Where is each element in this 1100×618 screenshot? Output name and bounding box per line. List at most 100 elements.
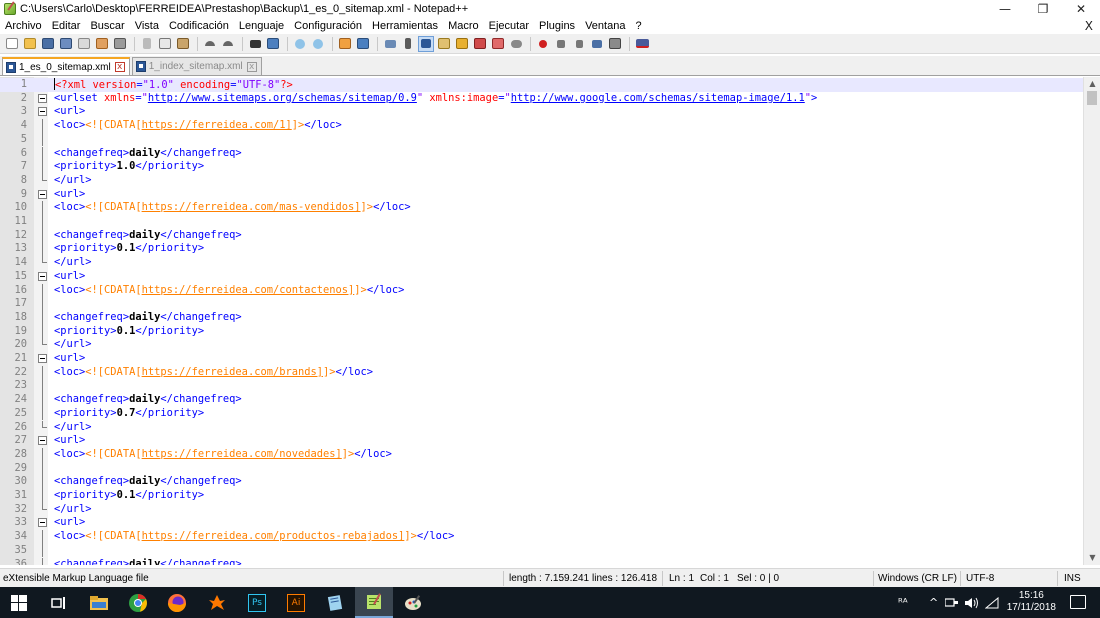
editor-line[interactable]: 28 <loc><![CDATA[https://ferreidea.com/no…	[0, 447, 1083, 462]
sync-vertical-icon[interactable]	[337, 36, 353, 52]
notepad-icon[interactable]	[316, 587, 354, 618]
editor-line[interactable]: 35	[0, 543, 1083, 558]
record-macro-icon[interactable]	[535, 36, 551, 52]
menu-buscar[interactable]: Buscar	[85, 20, 129, 32]
copy-icon[interactable]	[157, 36, 173, 52]
undo-icon[interactable]	[202, 36, 218, 52]
open-file-icon[interactable]	[22, 36, 38, 52]
print-icon[interactable]	[112, 36, 128, 52]
editor-line[interactable]: 25 <priority>0.7</priority>	[0, 406, 1083, 421]
close-document-button[interactable]: X	[1085, 19, 1093, 33]
tray-network-icon[interactable]	[945, 587, 959, 618]
editor-line[interactable]: 33 <url>	[0, 516, 1083, 530]
editor-area[interactable]: 1 <?xml version="1.0" encoding="UTF-8"?> 2…	[0, 77, 1100, 565]
close-window-button[interactable]: ✕	[1062, 0, 1100, 18]
stop-macro-icon[interactable]	[553, 36, 569, 52]
editor-line[interactable]: 11	[0, 215, 1083, 229]
editor-line[interactable]: 27 <url>	[0, 434, 1083, 448]
editor-line[interactable]: 31 <priority>0.1</priority>	[0, 489, 1083, 503]
tab-1-index-sitemap[interactable]: 1_index_sitemap.xml x	[131, 57, 262, 75]
taskbar-clock[interactable]: 15:16 17/11/2018	[1007, 590, 1056, 614]
notepadpp-icon[interactable]	[355, 587, 393, 618]
editor-line[interactable]: 1 <?xml version="1.0" encoding="UTF-8"?>	[0, 78, 1083, 92]
function-list-icon[interactable]	[472, 36, 488, 52]
editor-line[interactable]: 24 <changefreq>daily</changefreq>	[0, 393, 1083, 407]
editor-line[interactable]: 20 </url>	[0, 338, 1083, 352]
close-all-icon[interactable]	[94, 36, 110, 52]
paste-icon[interactable]	[175, 36, 191, 52]
editor-line[interactable]: 23	[0, 379, 1083, 394]
fold-toggle-icon[interactable]	[38, 271, 47, 281]
word-wrap-icon[interactable]	[382, 36, 398, 52]
editor-line[interactable]: 22 <loc><![CDATA[https://ferreidea.com/br…	[0, 365, 1083, 380]
status-insert-mode[interactable]: INS	[1064, 573, 1081, 584]
menu-ejecutar[interactable]: Ejecutar	[484, 20, 534, 32]
editor-line[interactable]: 12 <changefreq>daily</changefreq>	[0, 228, 1083, 243]
editor-line[interactable]: 3 <url>	[0, 105, 1083, 119]
sync-horizontal-icon[interactable]	[355, 36, 371, 52]
save-all-icon[interactable]	[58, 36, 74, 52]
notification-center-icon[interactable]	[1070, 595, 1086, 609]
zoom-out-icon[interactable]	[310, 36, 326, 52]
editor-line[interactable]: 34 <loc><![CDATA[https://ferreidea.com/pr…	[0, 530, 1083, 544]
replace-icon[interactable]	[265, 36, 281, 52]
menu-herramientas[interactable]: Herramientas	[367, 20, 443, 32]
menu-vista[interactable]: Vista	[130, 20, 164, 32]
menu-configuracion[interactable]: Configuración	[289, 20, 367, 32]
firefox-icon[interactable]	[158, 587, 196, 618]
tab-close-icon[interactable]: x	[246, 61, 257, 72]
editor-line[interactable]: 9 <url>	[0, 188, 1083, 202]
paint-icon[interactable]	[394, 587, 432, 618]
monitoring-icon[interactable]	[508, 36, 524, 52]
tab-1-es-0-sitemap[interactable]: 1_es_0_sitemap.xml x	[2, 57, 130, 75]
editor-line[interactable]: 17	[0, 297, 1083, 311]
show-all-characters-icon[interactable]	[400, 36, 416, 52]
avast-icon[interactable]	[198, 587, 236, 618]
play-macro-icon[interactable]	[571, 36, 587, 52]
tray-wifi-icon[interactable]	[985, 587, 999, 618]
scroll-down-arrow-icon[interactable]: ▼	[1084, 551, 1100, 565]
task-view-icon[interactable]	[40, 587, 78, 618]
editor-line[interactable]: 19 <priority>0.1</priority>	[0, 324, 1083, 339]
minimize-button[interactable]: —	[986, 0, 1024, 18]
udl-icon[interactable]	[436, 36, 452, 52]
file-explorer-icon[interactable]	[80, 587, 118, 618]
indent-guide-icon[interactable]	[418, 35, 434, 52]
editor-line[interactable]: 2 <urlset xmlns="http://www.sitemaps.org/…	[0, 92, 1083, 106]
menu-codificacion[interactable]: Codificación	[164, 20, 234, 32]
editor-line[interactable]: 18 <changefreq>daily</changefreq>	[0, 310, 1083, 325]
photoshop-icon[interactable]: Ps	[238, 587, 276, 618]
editor-line[interactable]: 36 <changefreq>daily</changefreq>	[0, 557, 1083, 565]
windows-start-icon[interactable]	[0, 587, 38, 618]
editor-line[interactable]: 5	[0, 132, 1083, 147]
fold-toggle-icon[interactable]	[38, 354, 47, 363]
editor-line[interactable]: 6 <changefreq>daily</changefreq>	[0, 146, 1083, 161]
tray-volume-icon[interactable]	[964, 587, 980, 618]
folder-workspace-icon[interactable]	[490, 36, 506, 52]
editor-line[interactable]: 8 </url>	[0, 173, 1083, 188]
menu-archivo[interactable]: Archivo	[0, 20, 47, 32]
chrome-icon[interactable]	[119, 587, 157, 618]
menu-lenguaje[interactable]: Lenguaje	[234, 20, 289, 32]
editor-line[interactable]: 4 <loc><![CDATA[https://ferreidea.com/1]]…	[0, 119, 1083, 133]
editor-line[interactable]: 30 <changefreq>daily</changefreq>	[0, 475, 1083, 489]
zoom-in-icon[interactable]	[292, 36, 308, 52]
fold-toggle-icon[interactable]	[38, 189, 47, 199]
scroll-up-arrow-icon[interactable]: ▲	[1084, 77, 1100, 91]
editor-line[interactable]: 32 </url>	[0, 502, 1083, 517]
fold-toggle-icon[interactable]	[38, 518, 47, 528]
menu-help[interactable]: ?	[630, 20, 646, 32]
save-icon[interactable]	[40, 36, 56, 52]
editor-line[interactable]: 16 <loc><![CDATA[https://ferreidea.com/co…	[0, 283, 1083, 298]
new-file-icon[interactable]	[4, 36, 20, 52]
editor-line[interactable]: 15 <url>	[0, 270, 1083, 284]
save-macro-icon[interactable]	[607, 36, 623, 52]
find-icon[interactable]	[247, 36, 263, 52]
tray-show-hidden-icon[interactable]: ^	[929, 587, 938, 618]
illustrator-icon[interactable]: Ai	[277, 587, 315, 618]
scrollbar-thumb[interactable]	[1087, 91, 1097, 105]
menu-ventana[interactable]: Ventana	[580, 20, 630, 32]
tray-user-icon[interactable]: ᴿᴬ	[898, 587, 908, 618]
editor-line[interactable]: 10 <loc><![CDATA[https://ferreidea.com/ma…	[0, 201, 1083, 215]
menu-macro[interactable]: Macro	[443, 20, 484, 32]
